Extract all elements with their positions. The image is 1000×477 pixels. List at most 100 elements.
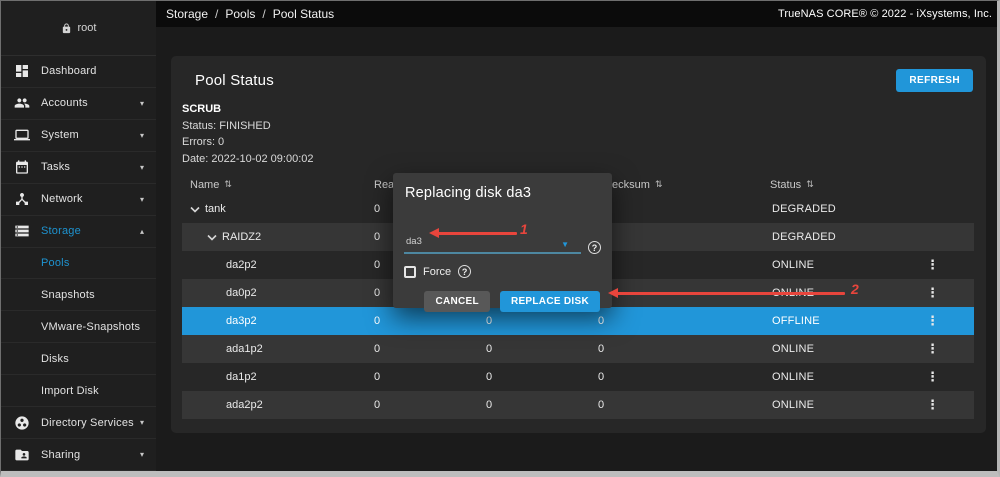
force-label: Force bbox=[423, 266, 451, 278]
breadcrumb-separator: / bbox=[262, 7, 265, 21]
sidebar-item-vmware-snapshots[interactable]: VMware-Snapshots bbox=[1, 311, 156, 343]
sidebar-item-storage[interactable]: Storage ▴ bbox=[1, 216, 156, 248]
cancel-button[interactable]: CANCEL bbox=[424, 291, 489, 312]
sidebar-item-directory-services[interactable]: Directory Services ▾ bbox=[1, 407, 156, 439]
refresh-button[interactable]: REFRESH bbox=[896, 69, 973, 92]
breadcrumb-item[interactable]: Storage bbox=[166, 7, 208, 21]
sidebar-item-import-disk[interactable]: Import Disk bbox=[1, 375, 156, 407]
row-checksum: 0 bbox=[598, 371, 770, 383]
row-read: 0 bbox=[374, 371, 486, 383]
row-status: ONLINE bbox=[770, 399, 918, 411]
row-checksum: 0 bbox=[598, 315, 770, 327]
sidebar-item-disks[interactable]: Disks bbox=[1, 343, 156, 375]
sidebar-item-snapshots[interactable]: Snapshots bbox=[1, 279, 156, 311]
table-row-da1p2[interactable]: da1p2 0 0 0 ONLINE ⋮ bbox=[182, 363, 974, 391]
sidebar-nav: Dashboard Accounts ▾ System ▾ Tasks ▾ Ne… bbox=[1, 56, 156, 471]
breadcrumb-item[interactable]: Pools bbox=[225, 7, 255, 21]
row-read: 0 bbox=[374, 399, 486, 411]
row-write: 0 bbox=[486, 315, 598, 327]
column-header-checksum[interactable]: Checksum⇅ bbox=[598, 179, 770, 191]
row-name: da2p2 bbox=[226, 259, 257, 271]
row-name: ada2p2 bbox=[226, 399, 263, 411]
help-icon[interactable]: ? bbox=[588, 241, 601, 254]
column-header-status[interactable]: Status⇅ bbox=[770, 179, 918, 191]
sidebar-item-dashboard[interactable]: Dashboard bbox=[1, 56, 156, 88]
truenas-window: root Dashboard Accounts ▾ System ▾ Tasks… bbox=[0, 0, 1000, 477]
table-row-ada1p2[interactable]: ada1p2 0 0 0 ONLINE ⋮ bbox=[182, 335, 974, 363]
accounts-icon bbox=[13, 95, 30, 112]
network-icon bbox=[13, 191, 30, 208]
chevron-icon: ▴ bbox=[140, 227, 144, 236]
dialog-title: Replacing disk da3 bbox=[405, 185, 601, 201]
row-write: 0 bbox=[486, 399, 598, 411]
row-status: ONLINE bbox=[770, 343, 918, 355]
force-checkbox[interactable] bbox=[404, 266, 416, 278]
tasks-icon bbox=[13, 159, 30, 176]
row-status: ONLINE bbox=[770, 259, 918, 271]
replace-disk-dialog: Replacing disk da3 da3 ▼ ? Force ? CANCE… bbox=[393, 173, 612, 308]
sidebar-item-accounts[interactable]: Accounts ▾ bbox=[1, 88, 156, 120]
brand-text: TrueNAS CORE® © 2022 - iXsystems, Inc. bbox=[778, 8, 992, 20]
row-checksum: 0 bbox=[598, 259, 770, 271]
row-status: ONLINE bbox=[770, 371, 918, 383]
row-checksum: 0 bbox=[598, 231, 770, 243]
row-menu-icon[interactable]: ⋮ bbox=[926, 257, 939, 272]
row-name: da0p2 bbox=[226, 287, 257, 299]
sidebar: root Dashboard Accounts ▾ System ▾ Tasks… bbox=[1, 1, 156, 471]
chevron-icon: ▾ bbox=[140, 450, 144, 459]
directory-services-icon bbox=[13, 414, 30, 431]
topbar: Storage / Pools / Pool Status TrueNAS CORE® … bbox=[156, 1, 997, 27]
page-title: Pool Status bbox=[195, 72, 274, 89]
sidebar-item-network[interactable]: Network ▾ bbox=[1, 184, 156, 216]
row-menu-icon[interactable]: ⋮ bbox=[926, 397, 939, 412]
row-status: DEGRADED bbox=[770, 231, 918, 243]
breadcrumb: Storage / Pools / Pool Status bbox=[166, 7, 334, 21]
row-write: 0 bbox=[486, 371, 598, 383]
row-checksum: 0 bbox=[598, 287, 770, 299]
chevron-down-icon[interactable] bbox=[190, 206, 200, 213]
member-disk-select[interactable]: da3 ▼ bbox=[404, 231, 581, 254]
breadcrumb-item[interactable]: Pool Status bbox=[273, 7, 334, 21]
scrub-status: Status: FINISHED bbox=[182, 118, 986, 135]
chevron-icon: ▾ bbox=[140, 163, 144, 172]
sidebar-item-pools[interactable]: Pools bbox=[1, 248, 156, 280]
breadcrumb-separator: / bbox=[215, 7, 218, 21]
row-menu-icon[interactable]: ⋮ bbox=[926, 313, 939, 328]
chevron-down-icon[interactable] bbox=[207, 234, 217, 241]
row-checksum: 0 bbox=[598, 203, 770, 215]
sidebar-item-system[interactable]: System ▾ bbox=[1, 120, 156, 152]
replace-disk-button[interactable]: REPLACE DISK bbox=[500, 291, 600, 312]
row-menu-icon[interactable]: ⋮ bbox=[926, 369, 939, 384]
row-menu-icon[interactable]: ⋮ bbox=[926, 285, 939, 300]
scrub-date: Date: 2022-10-02 09:00:02 bbox=[182, 151, 986, 168]
sort-icon: ⇅ bbox=[806, 179, 814, 190]
chevron-icon: ▾ bbox=[140, 418, 144, 427]
scrub-info: SCRUB Status: FINISHED Errors: 0 Date: 2… bbox=[182, 101, 986, 167]
help-icon[interactable]: ? bbox=[458, 265, 471, 278]
sidebar-item-sharing[interactable]: Sharing ▾ bbox=[1, 439, 156, 471]
user-panel[interactable]: root bbox=[1, 1, 156, 56]
table-row-ada2p2[interactable]: ada2p2 0 0 0 ONLINE ⋮ bbox=[182, 391, 974, 419]
row-name: ada1p2 bbox=[226, 343, 263, 355]
scrub-title: SCRUB bbox=[182, 101, 986, 118]
lock-icon bbox=[61, 23, 72, 34]
row-write: 0 bbox=[486, 343, 598, 355]
row-status: DEGRADED bbox=[770, 203, 918, 215]
row-menu-icon[interactable]: ⋮ bbox=[926, 341, 939, 356]
chevron-icon: ▾ bbox=[140, 131, 144, 140]
sidebar-item-tasks[interactable]: Tasks ▾ bbox=[1, 152, 156, 184]
storage-icon bbox=[13, 223, 30, 240]
column-header-name[interactable]: Name⇅ bbox=[182, 179, 374, 191]
row-status: OFFLINE bbox=[770, 315, 918, 327]
row-read: 0 bbox=[374, 343, 486, 355]
row-read: 0 bbox=[374, 315, 486, 327]
row-checksum: 0 bbox=[598, 399, 770, 411]
system-icon bbox=[13, 127, 30, 144]
member-disk-value: da3 bbox=[406, 236, 422, 247]
row-name: tank bbox=[205, 203, 226, 215]
row-name: da1p2 bbox=[226, 371, 257, 383]
chevron-icon: ▾ bbox=[140, 195, 144, 204]
row-name: RAIDZ2 bbox=[222, 231, 261, 243]
dropdown-caret-icon: ▼ bbox=[561, 240, 569, 249]
user-name: root bbox=[78, 22, 97, 34]
